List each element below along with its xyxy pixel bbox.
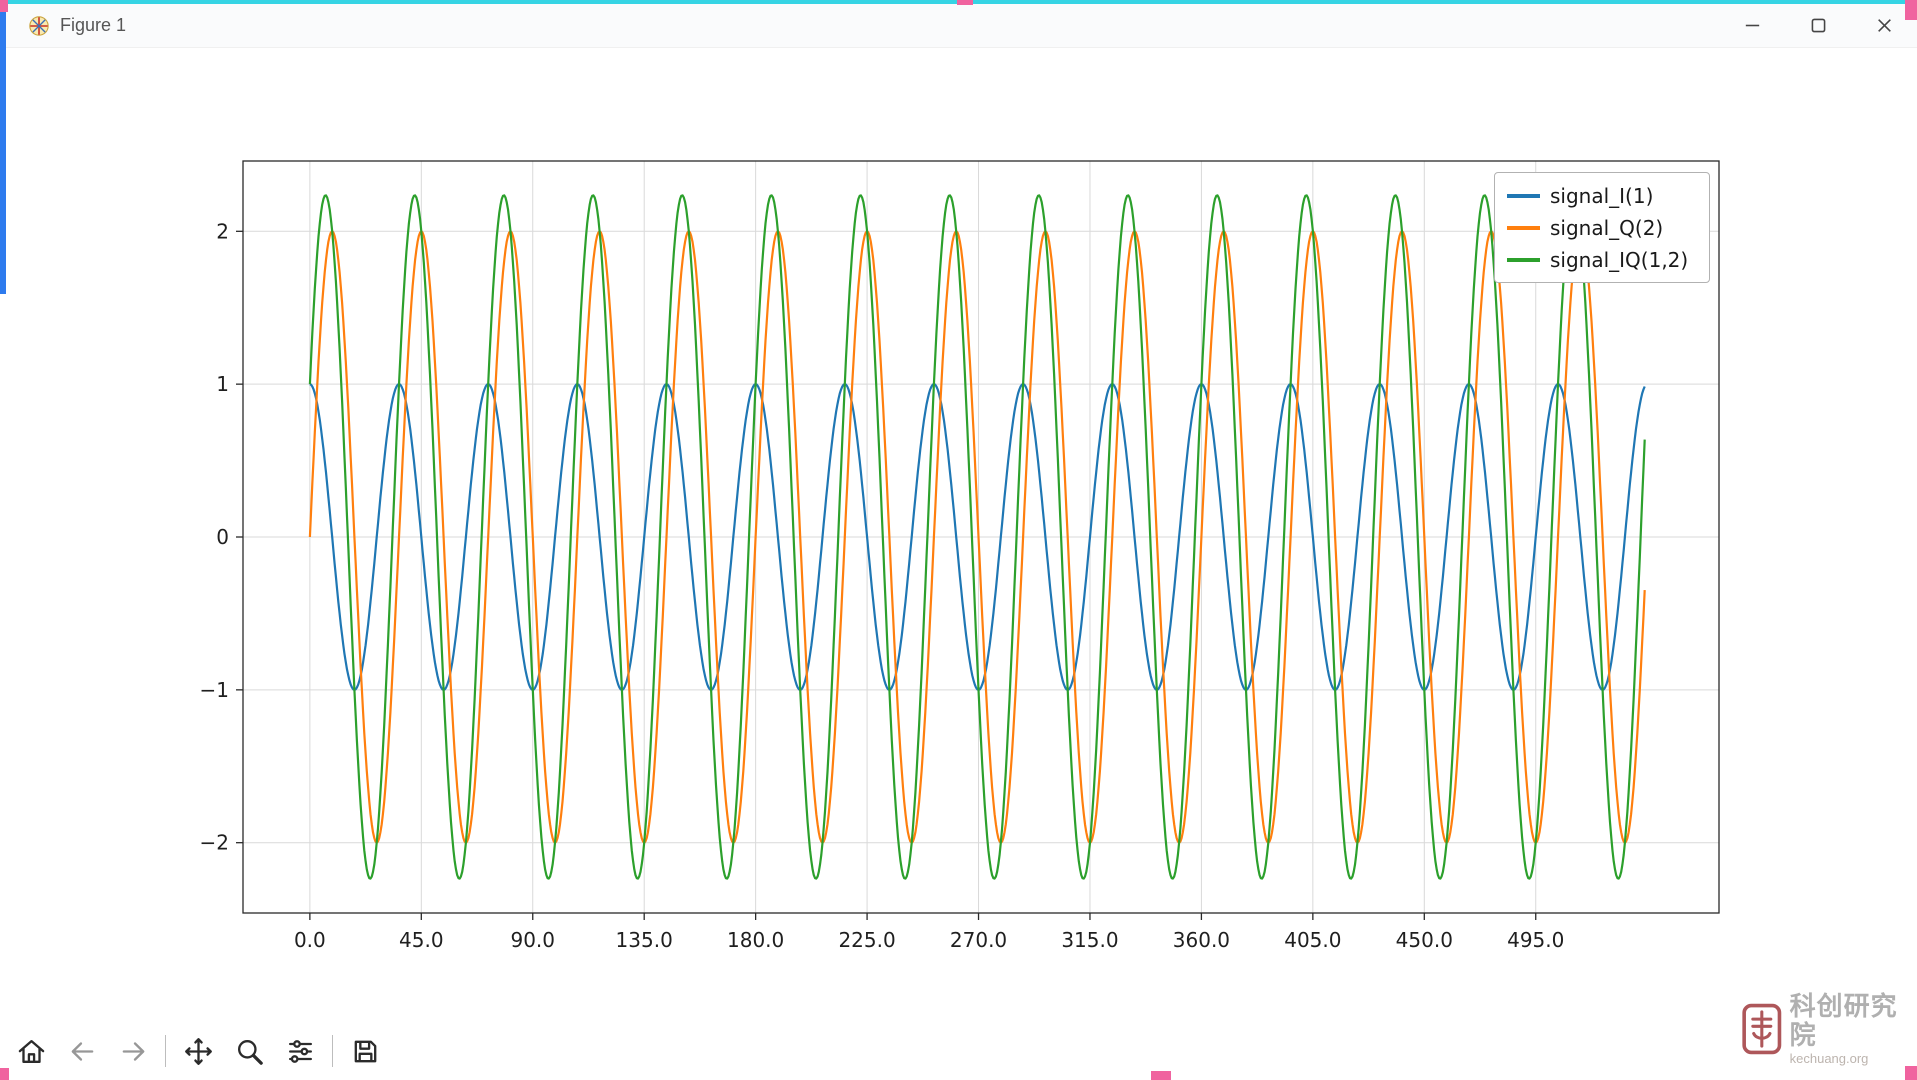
kechuang-seal-icon [1742,1001,1782,1057]
x-tick-label: 90.0 [510,928,555,952]
legend-item: signal_I(1) [1507,183,1697,208]
home-icon [16,1036,47,1067]
maximize-icon [1810,17,1827,34]
wallpaper-edge-artifact [1905,0,1917,20]
wallpaper-edge-artifact [1905,1066,1917,1080]
x-tick-label: 45.0 [399,928,444,952]
wallpaper-edge-artifact [0,1068,9,1080]
save-icon [350,1036,381,1067]
home-button[interactable] [12,1032,50,1070]
legend: signal_I(1) signal_Q(2) signal_IQ(1,2) [1494,172,1710,283]
legend-item: signal_IQ(1,2) [1507,247,1697,272]
wallpaper-edge-artifact [1151,1071,1171,1080]
legend-line-swatch-blue [1507,194,1540,198]
watermark-latin-text: kechuang.org [1790,1051,1917,1066]
legend-item: signal_Q(2) [1507,215,1697,240]
close-icon [1876,17,1893,34]
x-tick-label: 360.0 [1173,928,1230,952]
wallpaper-edge-artifact [957,0,973,5]
x-tick-label: 495.0 [1507,928,1564,952]
configure-subplots-button[interactable] [281,1032,319,1070]
titlebar[interactable]: Figure 1 [0,4,1917,48]
y-tick-label: 0 [216,525,229,549]
legend-line-swatch-orange [1507,226,1540,230]
y-tick-label: 2 [216,219,229,243]
back-button[interactable] [63,1032,101,1070]
y-tick-label: 1 [216,372,229,396]
pan-button[interactable] [179,1032,217,1070]
x-tick-label: 135.0 [616,928,673,952]
watermark-text: 科创研究院 kechuang.org [1790,992,1917,1066]
save-button[interactable] [346,1032,384,1070]
matplotlib-toolbar [12,1030,384,1072]
x-tick-label: 180.0 [727,928,784,952]
x-tick-label: 315.0 [1061,928,1118,952]
pan-icon [183,1036,214,1067]
legend-label: signal_Q(2) [1550,216,1663,240]
toolbar-separator [332,1035,333,1067]
legend-label: signal_I(1) [1550,184,1653,208]
back-icon [67,1036,98,1067]
wallpaper-edge-artifact [0,4,6,294]
forward-button[interactable] [114,1032,152,1070]
zoom-button[interactable] [230,1032,268,1070]
window-controls [1719,4,1917,47]
minimize-button[interactable] [1719,4,1785,47]
toolbar-separator [165,1035,166,1067]
kechuang-watermark: 科创研究院 kechuang.org [1742,992,1917,1066]
window-title: Figure 1 [60,15,126,36]
legend-label: signal_IQ(1,2) [1550,248,1688,272]
y-tick-label: −1 [200,678,229,702]
x-tick-label: 450.0 [1396,928,1453,952]
y-tick-label: −2 [200,831,229,855]
titlebar-left: Figure 1 [0,15,126,37]
wallpaper-edge-artifact [0,0,8,12]
minimize-icon [1744,17,1761,34]
x-tick-label: 225.0 [838,928,895,952]
plot-canvas[interactable]: 0.0 45.0 90.0 135.0 180.0 225.0 270.0 315.0 360.… [0,0,1917,1080]
x-tick-label: 405.0 [1284,928,1341,952]
legend-line-swatch-green [1507,258,1540,262]
zoom-icon [234,1036,265,1067]
maximize-button[interactable] [1785,4,1851,47]
x-tick-label: 0.0 [294,928,326,952]
forward-icon [118,1036,149,1067]
watermark-cn-text: 科创研究院 [1790,992,1917,1049]
matplotlib-logo-icon [28,15,50,37]
x-tick-label: 270.0 [950,928,1007,952]
configure-subplots-icon [285,1036,316,1067]
